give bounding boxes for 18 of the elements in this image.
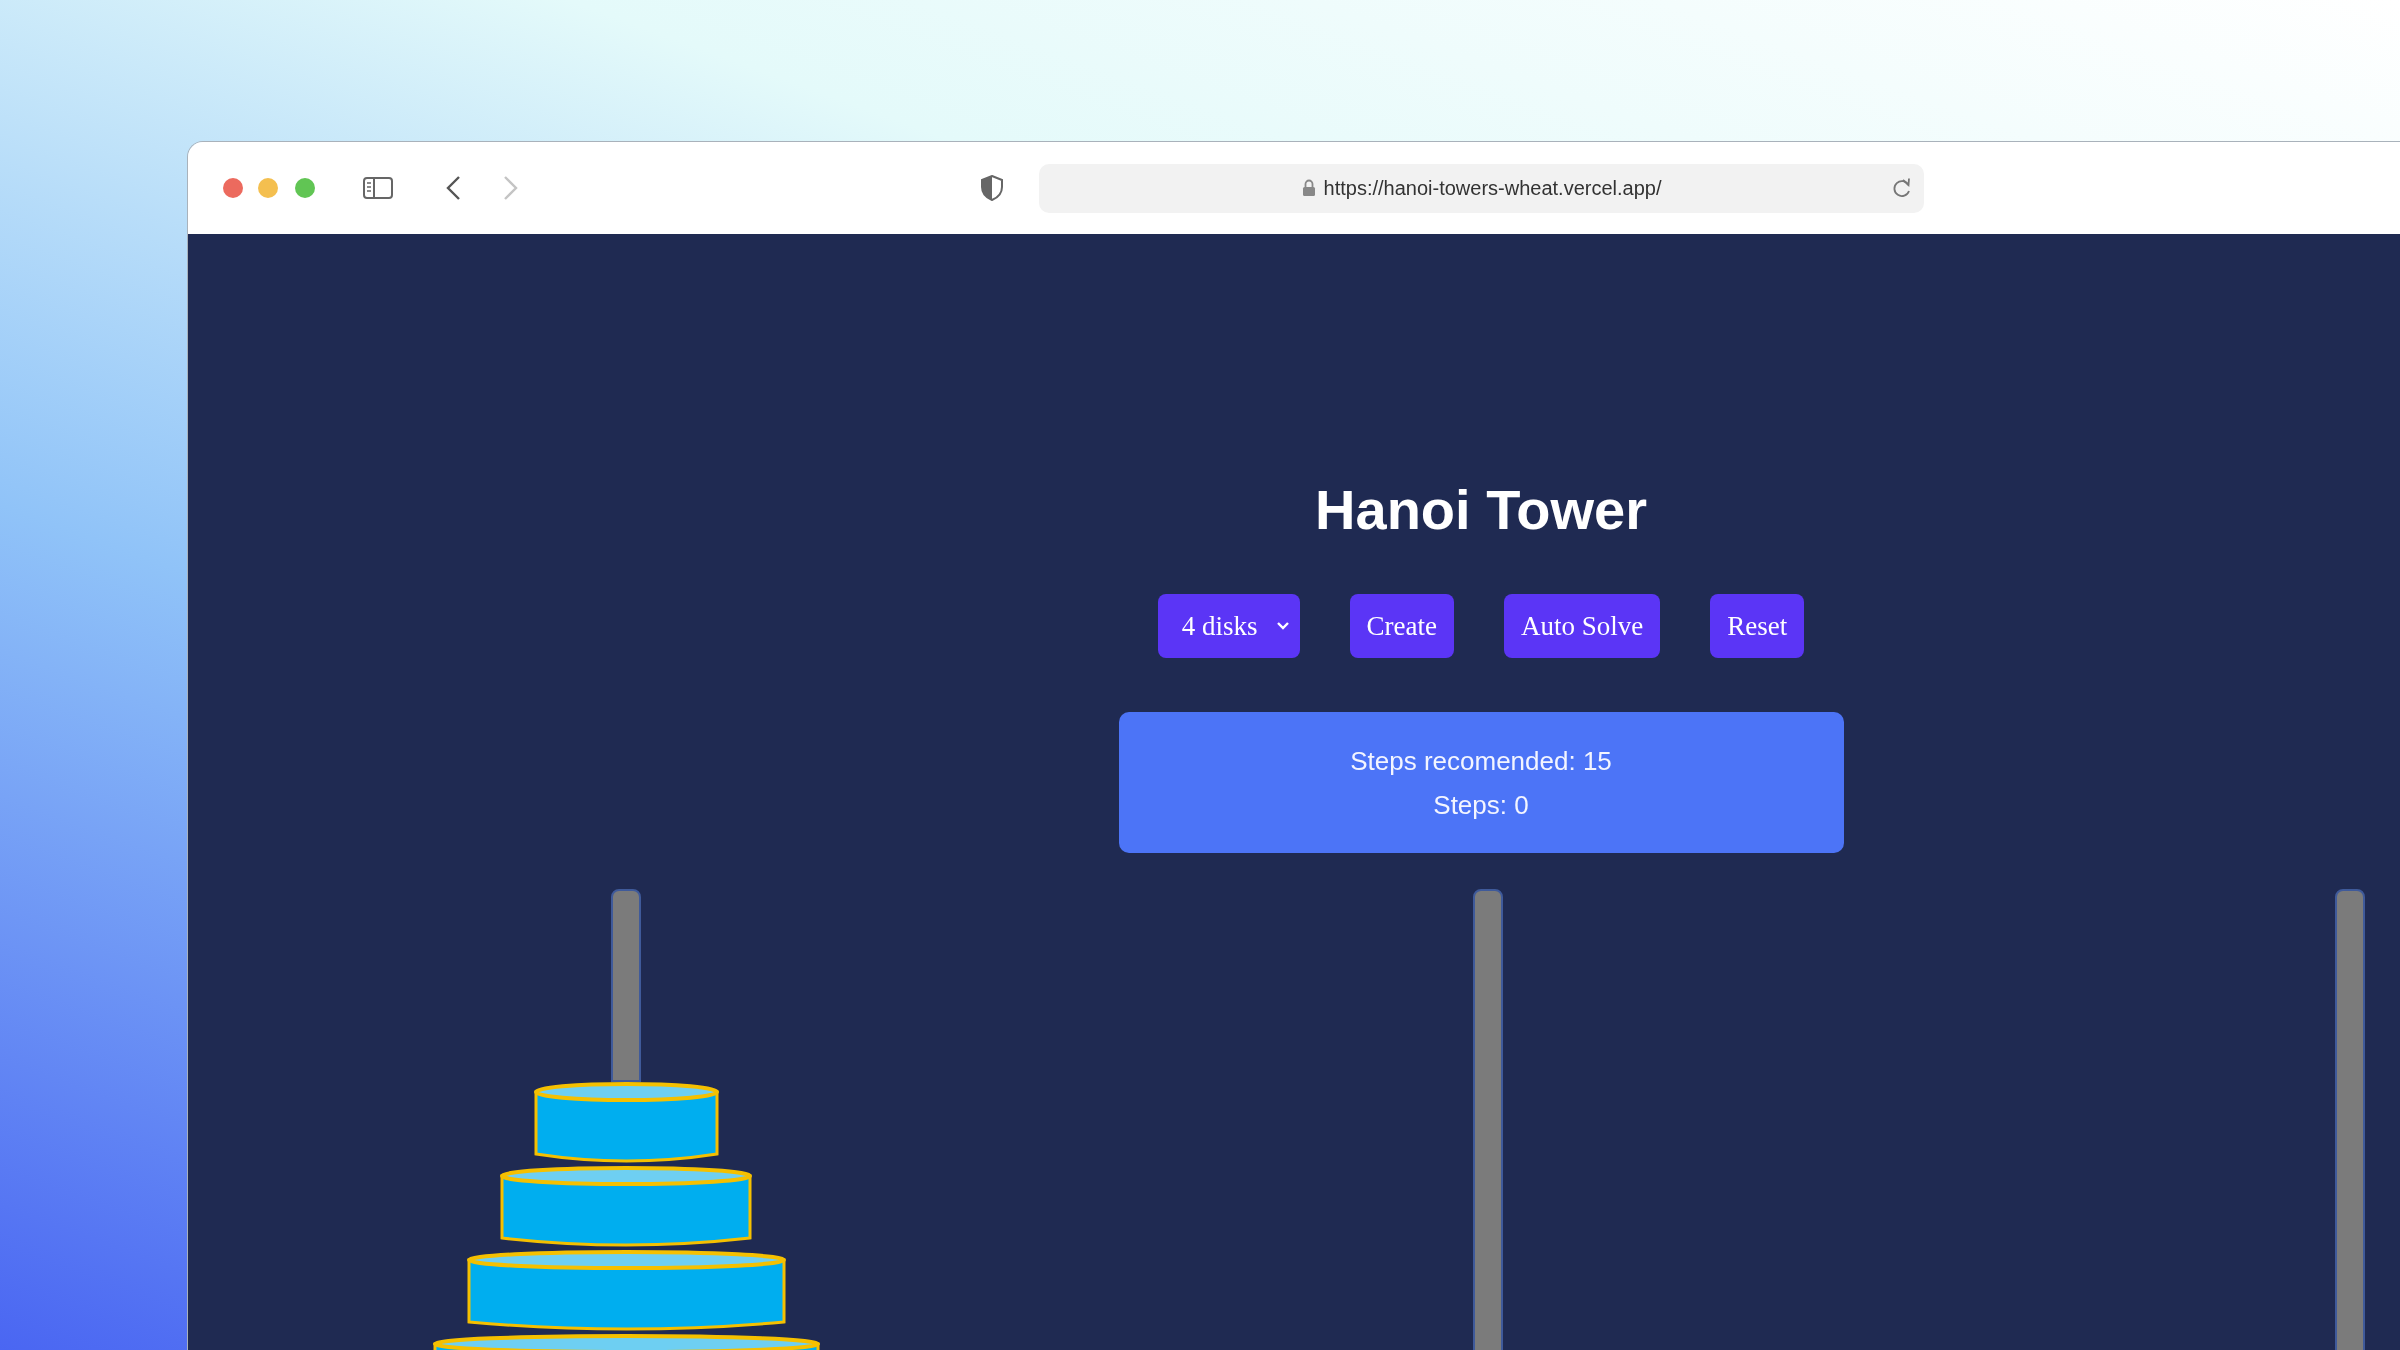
- maximize-icon[interactable]: [295, 178, 315, 198]
- shield-icon[interactable]: [981, 175, 1003, 201]
- lock-icon: [1301, 179, 1316, 197]
- action-button[interactable]: Reset: [1710, 594, 1805, 658]
- action-button[interactable]: Auto Solve: [1504, 594, 1661, 658]
- disk-count-select[interactable]: 4 disks: [1157, 594, 1300, 658]
- page-title: Hanoi Tower: [1315, 477, 1647, 543]
- url-field[interactable]: https://hanoi-towers-wheat.vercel.app/: [1039, 163, 1924, 213]
- reload-icon[interactable]: [1892, 177, 1912, 199]
- caret-icon: [1275, 621, 1290, 631]
- url-text: https://hanoi-towers-wheat.vercel.app/: [1323, 176, 1662, 200]
- steps-count: Steps: 0: [1433, 788, 1529, 822]
- sidebar-icon[interactable]: [363, 177, 393, 199]
- disk[interactable]: [533, 1082, 719, 1166]
- action-button[interactable]: Create: [1349, 594, 1454, 658]
- steps-recommended: Steps recomended: 15: [1350, 744, 1612, 778]
- back-icon[interactable]: [444, 175, 462, 201]
- close-icon[interactable]: [223, 178, 243, 198]
